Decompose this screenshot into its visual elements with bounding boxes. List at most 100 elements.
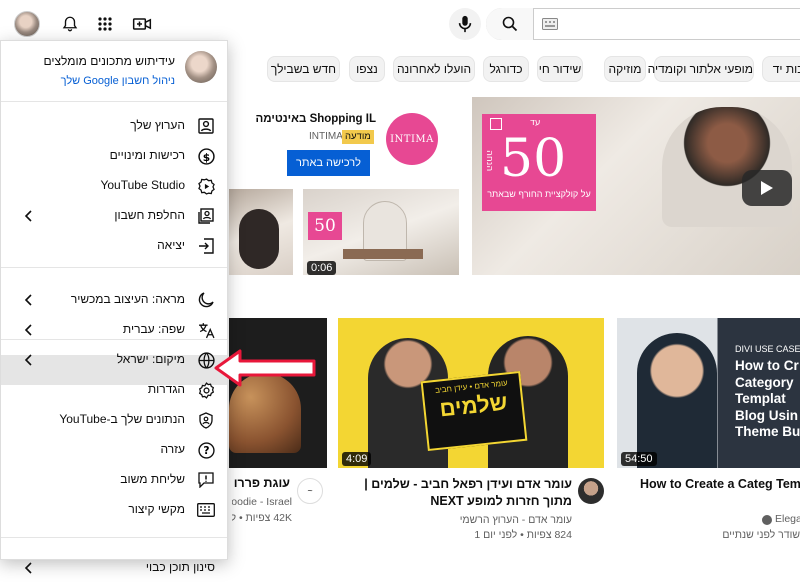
menu-item[interactable]: מראה: העיצוב במכשיר xyxy=(1,285,227,315)
create-video-icon[interactable] xyxy=(130,12,154,36)
svg-text:?: ? xyxy=(203,444,209,457)
verified-icon xyxy=(762,515,772,525)
advertiser-logo[interactable]: INTIMA xyxy=(386,113,438,165)
chip[interactable]: הכות יד xyxy=(762,56,800,82)
help-icon: ? xyxy=(197,441,215,459)
menu-item[interactable]: $ רכישות ומינויים xyxy=(1,141,227,171)
menu-item[interactable]: YouTube Studio xyxy=(1,171,227,201)
search-icon xyxy=(502,16,517,32)
ad-hero-image[interactable]: עד 50 הנחה על קולקציית החורף שבאתר xyxy=(472,97,800,275)
thumb-label: DIVI USE CASE xyxy=(735,344,800,354)
promo-caption: על קולקציית החורף שבאתר xyxy=(482,183,596,205)
manage-account-link[interactable]: ניהול חשבון Google שלך xyxy=(61,75,175,87)
play-button[interactable] xyxy=(742,170,792,206)
sign-out-icon xyxy=(197,237,215,255)
channel-avatar[interactable]: ~ xyxy=(297,478,323,504)
menu-item-label: שליחת משוב xyxy=(120,472,185,486)
account-menu: עידיתוש מתכונים מומלצים ניהול חשבון Goog… xyxy=(0,40,228,574)
menu-item-label: רכישות ומינויים xyxy=(109,148,185,162)
video-title[interactable]: עומר אדם ועידן רפאל חביב - שלמים | מתוך … xyxy=(338,476,572,510)
promo-side-text: הנחה xyxy=(484,150,494,172)
menu-item[interactable]: החלפת חשבון xyxy=(1,201,227,231)
menu-divider xyxy=(1,537,227,538)
menu-item-label: הגדרות xyxy=(147,382,185,396)
chip[interactable]: מופעי אלתור וקומדיה xyxy=(648,56,754,82)
video-thumbnail[interactable]: 50 0:06 xyxy=(303,189,459,275)
chevron-left-icon xyxy=(21,560,35,576)
promo-top-text: עד xyxy=(530,118,541,128)
ad-cta-button[interactable]: לרכישה באתר xyxy=(287,150,370,176)
menu-item[interactable]: יציאה xyxy=(1,231,227,261)
menu-item[interactable]: מיקום: ישראל xyxy=(1,345,227,375)
menu-item-label: הנתונים שלך ב-YouTube xyxy=(59,412,185,426)
video-duration: 4:09 xyxy=(342,452,372,466)
video-title[interactable]: עוגת פררו רוש xyxy=(232,476,290,494)
chip[interactable]: חדש בשבילך xyxy=(267,56,340,82)
annotation-arrow xyxy=(214,348,318,388)
promo-big-number: 50 xyxy=(500,129,567,189)
globe-icon xyxy=(197,351,215,369)
voice-search-button[interactable] xyxy=(449,8,481,40)
menu-item[interactable]: מקשי קיצור xyxy=(1,495,227,525)
video-thumbnail[interactable]: DIVI USE CASE How to Cr Category Templat… xyxy=(617,318,800,468)
menu-item[interactable]: הנתונים שלך ב-YouTube xyxy=(1,405,227,435)
ad-badge: מודעה xyxy=(342,130,374,144)
ad-advertiser: INTIMA xyxy=(309,131,343,142)
thumb-lines: How to Cr Category Templat Blog Usin The… xyxy=(735,358,800,439)
video-meta: 824 צפיות • לפני יום 1 xyxy=(474,529,572,541)
menu-item[interactable]: הערוץ שלך xyxy=(1,111,227,141)
video-duration: 54:50 xyxy=(621,452,657,466)
account-avatar xyxy=(185,51,217,83)
menu-item-label: מראה: העיצוב במכשיר xyxy=(70,292,185,306)
keyboard-input-icon[interactable] xyxy=(542,18,558,30)
dollar-icon: $ xyxy=(197,147,215,165)
video-thumbnail[interactable]: עומר אדם • עידן חביב שלמים 4:09 xyxy=(338,318,604,468)
gear-play-icon xyxy=(197,177,215,195)
chevron-left-icon xyxy=(21,292,35,308)
menu-item-label: YouTube Studio xyxy=(100,178,185,192)
feedback-icon xyxy=(197,471,215,489)
apps-grid-icon[interactable] xyxy=(93,12,117,36)
ad-title[interactable]: Shopping IL באינטימה xyxy=(255,113,376,125)
video-channel[interactable]: עומר אדם - הערוץ הרשמי xyxy=(338,513,572,528)
menu-item-label: סינון תוכן כבוי xyxy=(145,560,215,574)
switch-account-icon xyxy=(197,207,215,225)
chip[interactable]: נצפו xyxy=(349,56,385,82)
avatar[interactable] xyxy=(14,11,40,37)
menu-item-label: עזרה xyxy=(160,442,185,456)
channel-avatar[interactable] xyxy=(578,478,604,504)
chevron-left-icon xyxy=(21,322,35,338)
menu-item-label: מיקום: ישראל xyxy=(116,352,185,366)
keyboard-icon xyxy=(197,501,215,519)
video-channel[interactable]: Elega xyxy=(775,513,800,525)
person-icon xyxy=(197,117,215,135)
video-thumbnail[interactable] xyxy=(229,318,327,468)
video-duration: 0:06 xyxy=(307,261,337,275)
menu-item[interactable]: שליחת משוב xyxy=(1,465,227,495)
menu-item[interactable]: ? עזרה xyxy=(1,435,227,465)
menu-item[interactable]: שפה: עברית xyxy=(1,315,227,345)
chip[interactable]: כדורגל xyxy=(483,56,529,82)
chip[interactable]: שידור חי xyxy=(537,56,583,82)
menu-divider xyxy=(1,267,227,268)
menu-item-label: הערוץ שלך xyxy=(130,118,185,132)
menu-item[interactable]: הגדרות xyxy=(1,375,227,405)
menu-item-label: מקשי קיצור xyxy=(128,502,185,516)
translate-icon xyxy=(197,321,215,339)
chip[interactable]: הועלו לאחרונה xyxy=(393,56,475,82)
menu-item-label: יציאה xyxy=(157,238,185,252)
video-meta: 42K צפיות • לפ xyxy=(232,512,292,524)
notifications-bell-icon[interactable] xyxy=(58,12,82,36)
chip[interactable]: מוזיקה xyxy=(604,56,646,82)
moon-icon xyxy=(197,291,215,309)
video-thumbnail[interactable] xyxy=(229,189,293,275)
menu-item-label: שפה: עברית xyxy=(122,322,185,336)
ad-person-image xyxy=(662,107,792,227)
settings-gear-icon xyxy=(197,381,215,399)
thumb-title-card: עומר אדם • עידן חביב שלמים xyxy=(420,370,528,452)
search-button[interactable] xyxy=(486,8,534,40)
video-title[interactable]: How to Create a Categ Template for your … xyxy=(640,476,800,493)
video-channel[interactable]: Foodie - Israel xyxy=(232,496,292,508)
menu-item[interactable]: סינון תוכן כבוי xyxy=(1,553,227,583)
shield-person-icon xyxy=(197,411,215,429)
